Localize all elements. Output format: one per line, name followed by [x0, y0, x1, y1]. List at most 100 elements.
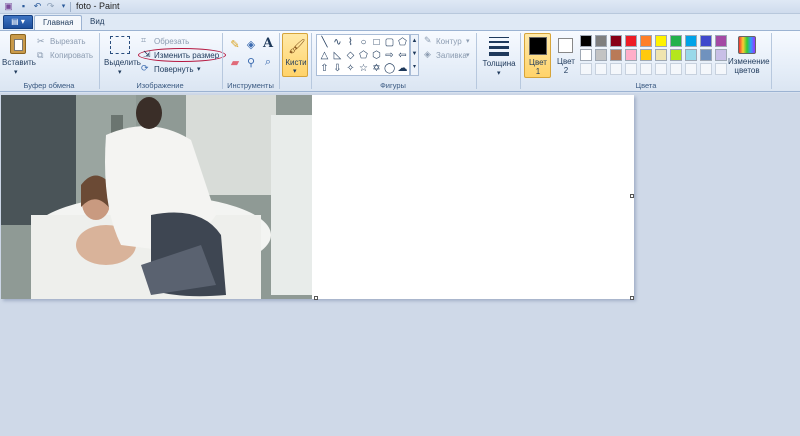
- six-point-star-shape-icon[interactable]: ✡: [371, 63, 382, 74]
- color1-label: Цвет 1: [529, 58, 547, 76]
- image-group-label: Изображение: [136, 81, 184, 90]
- tools-group-label: Инструменты: [227, 81, 274, 90]
- custom-color-slot[interactable]: [685, 63, 697, 75]
- palette-swatch[interactable]: [655, 35, 667, 47]
- palette-swatch[interactable]: [625, 49, 637, 61]
- custom-color-slot[interactable]: [640, 63, 652, 75]
- shapes-scroll-down-icon[interactable]: ▼: [411, 48, 418, 61]
- polygon-shape-icon[interactable]: ⌇: [345, 37, 356, 48]
- color1-swatch: [529, 37, 547, 55]
- right-arrow-shape-icon[interactable]: ⇨: [384, 50, 395, 61]
- down-arrow-shape-icon[interactable]: ⇩: [332, 63, 343, 74]
- eraser-icon[interactable]: ▰: [228, 56, 242, 70]
- magnifier-icon[interactable]: ⌕: [261, 56, 275, 70]
- palette-swatch[interactable]: [640, 35, 652, 47]
- freeform-polygon-shape-icon[interactable]: ⬠: [397, 37, 408, 48]
- fill-bucket-icon[interactable]: ◈: [244, 38, 258, 52]
- color2-button[interactable]: Цвет 2: [554, 33, 578, 78]
- palette-swatch[interactable]: [610, 35, 622, 47]
- tab-view[interactable]: Вид: [82, 15, 112, 30]
- edit-colors-button[interactable]: Изменение цветов: [728, 33, 770, 78]
- canvas-resize-handle-corner[interactable]: [630, 296, 634, 300]
- custom-color-slot[interactable]: [715, 63, 727, 75]
- palette-swatch[interactable]: [625, 35, 637, 47]
- palette-swatch[interactable]: [715, 35, 727, 47]
- paste-dropdown-icon: ▾: [14, 69, 18, 76]
- left-arrow-shape-icon[interactable]: ⇦: [397, 50, 408, 61]
- fill-dropdown-icon: ▾: [466, 52, 470, 59]
- paint-menu-button[interactable]: ▤ ▾: [3, 15, 33, 29]
- paint-app-icon[interactable]: ▣: [3, 1, 14, 12]
- diamond-shape-icon[interactable]: ◇: [345, 50, 356, 61]
- line-shape-icon[interactable]: ╲: [319, 37, 330, 48]
- right-triangle-shape-icon[interactable]: ◺: [332, 50, 343, 61]
- shapes-scroll[interactable]: ▲ ▼ ▾: [410, 34, 419, 76]
- pencil-icon[interactable]: ✎: [228, 38, 242, 52]
- palette-swatch[interactable]: [655, 49, 667, 61]
- palette-swatch[interactable]: [700, 35, 712, 47]
- crop-label: Обрезать: [154, 37, 190, 46]
- select-button[interactable]: Выделить ▾: [104, 34, 141, 78]
- palette-swatch[interactable]: [595, 35, 607, 47]
- custom-color-slot[interactable]: [625, 63, 637, 75]
- palette-swatch[interactable]: [610, 49, 622, 61]
- clipboard-icon: [10, 34, 26, 54]
- custom-color-slot[interactable]: [580, 63, 592, 75]
- redo-icon[interactable]: ↷: [45, 1, 56, 12]
- speech-bubble-shape-icon[interactable]: ◯: [384, 63, 395, 74]
- palette-swatch[interactable]: [685, 49, 697, 61]
- custom-color-slot[interactable]: [655, 63, 667, 75]
- palette-swatch[interactable]: [580, 35, 592, 47]
- selection-rectangle-icon: [110, 36, 130, 54]
- palette-swatch[interactable]: [715, 49, 727, 61]
- custom-color-slot[interactable]: [700, 63, 712, 75]
- palette-swatch[interactable]: [670, 35, 682, 47]
- title-separator: [70, 2, 71, 12]
- up-arrow-shape-icon[interactable]: ⇧: [319, 63, 330, 74]
- drawing-canvas[interactable]: [1, 95, 634, 300]
- four-point-star-shape-icon[interactable]: ✧: [345, 63, 356, 74]
- canvas-resize-handle-bottom[interactable]: [314, 296, 318, 300]
- rectangle-shape-icon[interactable]: □: [371, 37, 382, 48]
- undo-icon[interactable]: ↶: [32, 1, 43, 12]
- rotate-icon: ⟳: [141, 63, 149, 73]
- triangle-shape-icon[interactable]: △: [319, 50, 330, 61]
- palette-swatch[interactable]: [700, 49, 712, 61]
- text-tool-icon[interactable]: A: [261, 37, 275, 51]
- curve-shape-icon[interactable]: ∿: [332, 37, 343, 48]
- pentagon-shape-icon[interactable]: ⬠: [358, 50, 369, 61]
- save-icon[interactable]: ▪: [18, 1, 29, 12]
- custom-color-slot[interactable]: [610, 63, 622, 75]
- tab-home[interactable]: Главная: [34, 15, 83, 30]
- five-point-star-shape-icon[interactable]: ☆: [358, 63, 369, 74]
- group-separator: [476, 33, 477, 89]
- outline-icon: ✎: [424, 35, 432, 45]
- cloud-shape-icon[interactable]: ☁: [397, 63, 408, 74]
- copy-label: Копировать: [50, 51, 94, 60]
- group-separator: [279, 33, 280, 89]
- color-palette: [580, 35, 730, 77]
- shapes-scroll-up-icon[interactable]: ▲: [411, 35, 418, 48]
- palette-swatch[interactable]: [580, 49, 592, 61]
- resize-label: Изменить размер: [154, 51, 220, 60]
- palette-swatch[interactable]: [595, 49, 607, 61]
- resize-button[interactable]: ⇲ Изменить размер: [138, 48, 226, 62]
- color1-button[interactable]: Цвет 1: [524, 33, 551, 78]
- color-wheel-icon: [738, 36, 756, 54]
- custom-color-slot[interactable]: [595, 63, 607, 75]
- custom-color-slot[interactable]: [670, 63, 682, 75]
- brushes-button[interactable]: 🖌 Кисти ▾: [282, 33, 308, 77]
- color-picker-icon[interactable]: ⚲: [244, 56, 258, 70]
- palette-swatch[interactable]: [670, 49, 682, 61]
- oval-shape-icon[interactable]: ○: [358, 37, 369, 48]
- canvas-resize-handle-right[interactable]: [630, 194, 634, 198]
- hexagon-shape-icon[interactable]: ⬡: [371, 50, 382, 61]
- size-line-icon: [489, 37, 509, 38]
- shapes-expand-icon[interactable]: ▾: [411, 61, 418, 74]
- rounded-rectangle-shape-icon[interactable]: ▢: [384, 37, 395, 48]
- paste-button[interactable]: Вставить ▾: [2, 34, 36, 78]
- palette-swatch[interactable]: [685, 35, 697, 47]
- size-button[interactable]: Толщина ▾: [481, 34, 517, 78]
- palette-swatch[interactable]: [640, 49, 652, 61]
- quick-access-dropdown-icon[interactable]: ▾: [58, 1, 69, 12]
